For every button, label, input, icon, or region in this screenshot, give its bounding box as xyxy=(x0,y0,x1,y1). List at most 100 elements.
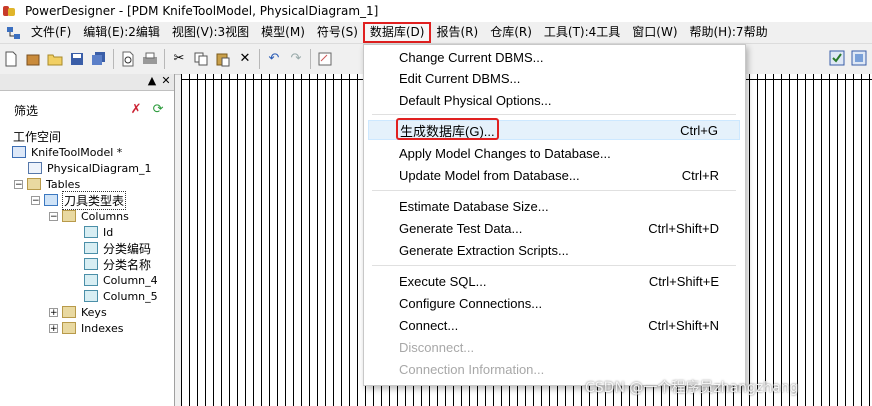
menu-help[interactable]: 帮助(H):7帮助 xyxy=(684,23,774,42)
menu-item-label: Update Model from Database... xyxy=(399,167,580,183)
folder-icon xyxy=(62,210,76,222)
filter-label: 筛选 xyxy=(14,103,39,118)
save-icon[interactable] xyxy=(68,50,86,68)
column-icon xyxy=(84,258,98,270)
menu-edit[interactable]: 编辑(E):2编辑 xyxy=(77,23,166,42)
menu-item-estimate-size[interactable]: Estimate Database Size... xyxy=(368,196,740,216)
menu-database[interactable]: 数据库(D) xyxy=(362,22,432,43)
menu-item-execute-sql[interactable]: Execute SQL... Ctrl+Shift+E xyxy=(368,271,740,291)
collapse-icon[interactable]: − xyxy=(49,211,58,221)
expand-icon[interactable]: + xyxy=(49,307,58,317)
menu-item-extraction-scripts[interactable]: Generate Extraction Scripts... xyxy=(368,240,740,260)
panel-close-icon[interactable]: ✕ xyxy=(160,75,172,87)
tree-item-model[interactable]: KnifeToolModel * xyxy=(12,144,123,160)
menu-file[interactable]: 文件(F) xyxy=(25,23,77,42)
tree-item-columns[interactable]: − Columns xyxy=(49,208,130,224)
menu-item-connect[interactable]: Connect... Ctrl+Shift+N xyxy=(368,315,740,335)
tree-item-label: Columns xyxy=(81,209,129,223)
menu-item-disconnect: Disconnect... xyxy=(368,337,740,357)
menu-item-change-dbms[interactable]: Change Current DBMS... xyxy=(368,47,740,67)
tree-item-workspace[interactable]: 工作空间 xyxy=(12,128,62,144)
toolbar-separator xyxy=(310,49,311,69)
tree-item-label: Column_4 xyxy=(103,273,158,287)
redo-icon[interactable]: ↷ xyxy=(287,50,305,68)
menu-window[interactable]: 窗口(W) xyxy=(626,23,683,42)
menu-item-shortcut: Ctrl+G xyxy=(680,122,718,138)
menu-symbol[interactable]: 符号(S) xyxy=(311,23,364,42)
new-icon[interactable] xyxy=(2,50,20,68)
panel-pin-icon[interactable]: ▲ xyxy=(146,75,158,87)
menu-report[interactable]: 报告(R) xyxy=(430,23,484,42)
column-icon xyxy=(84,226,98,238)
menu-item-configure-connections[interactable]: Configure Connections... xyxy=(368,293,740,313)
collapse-icon[interactable]: − xyxy=(14,179,23,189)
tree-item-column[interactable]: Column_5 xyxy=(84,288,159,304)
menu-item-shortcut: Ctrl+R xyxy=(681,167,719,183)
tree-item-column[interactable]: Column_4 xyxy=(84,272,159,288)
tree-item-column[interactable]: 分类名称 xyxy=(84,256,152,272)
print-preview-icon[interactable] xyxy=(119,50,137,68)
browser-filter-row: 筛选 ✗ ⟳ xyxy=(0,99,174,121)
menu-item-generate-test-data[interactable]: Generate Test Data... Ctrl+Shift+D xyxy=(368,218,740,238)
delete-icon[interactable]: ✕ xyxy=(236,50,254,68)
toolbar-separator xyxy=(113,49,114,69)
copy-icon[interactable] xyxy=(192,50,210,68)
cut-icon[interactable]: ✂ xyxy=(170,50,188,68)
tree-item-label: Tables xyxy=(46,177,81,191)
menu-item-label: Execute SQL... xyxy=(399,273,487,289)
menu-item-label: Connect... xyxy=(399,317,459,333)
print-icon[interactable] xyxy=(141,50,159,68)
tree-item-diagram[interactable]: PhysicalDiagram_1 xyxy=(28,160,152,176)
check-model-icon[interactable] xyxy=(828,49,846,67)
menu-item-label: Connection Information... xyxy=(399,361,545,377)
toolbar-separator xyxy=(164,49,165,69)
model-browser-icon[interactable] xyxy=(6,25,22,41)
filter-input[interactable] xyxy=(46,101,123,119)
open-model-icon[interactable] xyxy=(24,50,42,68)
tree-item-label: 刀具类型表 xyxy=(62,190,127,210)
tree-item-column[interactable]: 分类编码 xyxy=(84,240,152,256)
paste-icon[interactable] xyxy=(214,50,232,68)
save-all-icon[interactable] xyxy=(90,50,108,68)
menu-separator xyxy=(372,265,736,266)
tree-item-keys[interactable]: + Keys xyxy=(49,304,108,320)
compare-icon[interactable] xyxy=(850,49,868,67)
expand-icon[interactable]: + xyxy=(49,323,58,333)
menu-item-update-model[interactable]: Update Model from Database... Ctrl+R xyxy=(368,165,740,185)
menu-item-generate-database[interactable]: 生成数据库(G)... Ctrl+G xyxy=(368,118,740,140)
menu-bar: 文件(F) 编辑(E):2编辑 视图(V):3视图 模型(M) 符号(S) 数据… xyxy=(0,22,872,43)
watermark: CSDN @一个程序员zhangzhang xyxy=(585,380,799,396)
menu-item-apply-model-changes[interactable]: Apply Model Changes to Database... xyxy=(368,143,740,163)
menu-model[interactable]: 模型(M) xyxy=(255,23,311,42)
toolbar-separator xyxy=(259,49,260,69)
tree-item-table[interactable]: − 刀具类型表 xyxy=(31,190,127,210)
menu-separator xyxy=(372,114,736,115)
menu-tools[interactable]: 工具(T):4工具 xyxy=(538,23,626,42)
menu-item-edit-dbms[interactable]: Edit Current DBMS... xyxy=(368,68,740,88)
database-menu-dropdown: Change Current DBMS... Edit Current DBMS… xyxy=(363,44,746,386)
collapse-icon[interactable]: − xyxy=(31,195,40,205)
tree-item-column[interactable]: Id xyxy=(84,224,114,240)
tree-item-label: KnifeToolModel * xyxy=(31,145,123,159)
menu-item-label: Estimate Database Size... xyxy=(399,198,549,214)
object-browser-panel: ▲ ✕ 筛选 ✗ ⟳ 工作空间 KnifeToolModel * Physica… xyxy=(0,74,175,406)
pdm-model-icon xyxy=(12,146,26,158)
title-bar: PowerDesigner - [PDM KnifeToolModel, Phy… xyxy=(0,0,872,22)
tree-item-indexes[interactable]: + Indexes xyxy=(49,320,124,336)
menu-item-label: Generate Test Data... xyxy=(399,220,523,236)
table-icon xyxy=(44,194,58,206)
menu-item-label: Apply Model Changes to Database... xyxy=(399,145,611,161)
tree-item-label: Id xyxy=(103,225,114,239)
menu-view[interactable]: 视图(V):3视图 xyxy=(166,23,255,42)
clear-filter-icon[interactable]: ✗ xyxy=(128,102,144,118)
menu-item-shortcut: Ctrl+Shift+N xyxy=(648,317,719,333)
menu-item-connection-info: Connection Information... xyxy=(368,359,740,379)
menu-item-default-physical-options[interactable]: Default Physical Options... xyxy=(368,90,740,110)
tree-item-label: Column_5 xyxy=(103,289,158,303)
properties-icon[interactable] xyxy=(316,50,334,68)
open-folder-icon[interactable] xyxy=(46,50,64,68)
undo-icon[interactable]: ↶ xyxy=(265,50,283,68)
menu-repository[interactable]: 仓库(R) xyxy=(484,23,538,42)
refresh-icon[interactable]: ⟳ xyxy=(150,102,166,118)
menu-item-label: Generate Extraction Scripts... xyxy=(399,242,569,258)
